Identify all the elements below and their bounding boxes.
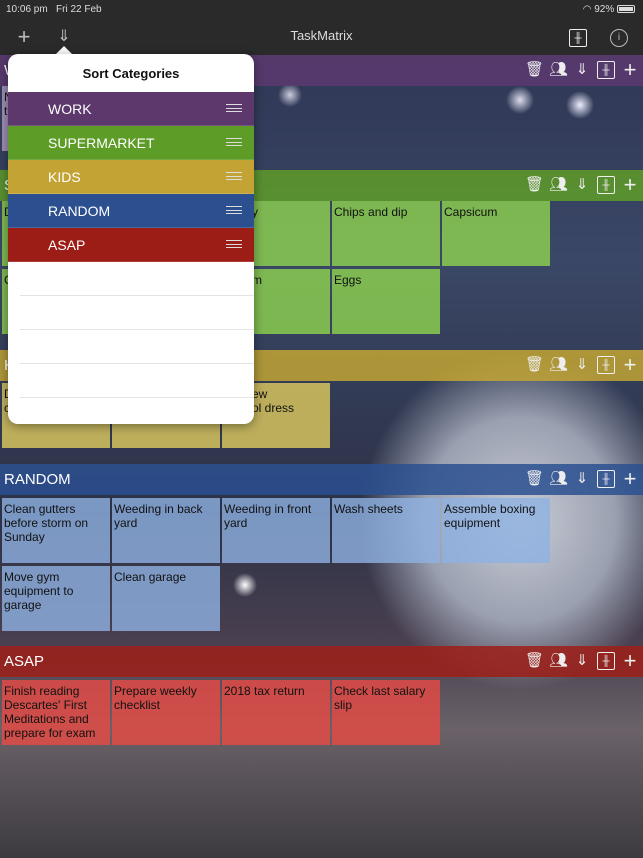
sliders-icon[interactable]: ╫ [597,176,615,194]
drag-handle-icon[interactable] [226,240,242,248]
sort-row-work[interactable]: WORK [8,92,254,126]
battery-percent: 92% [594,4,615,15]
empty-row [20,330,254,364]
category-header-asap: ASAP 🗑︎ 👥︎ ⇓ ╫ + [0,646,643,677]
trash-icon[interactable]: 🗑︎ [525,61,544,79]
drag-handle-icon[interactable] [226,138,242,146]
sort-row-random[interactable]: RANDOM [8,194,254,228]
note-card[interactable]: Clean garage [112,566,220,631]
add-note-icon[interactable]: + [621,354,639,376]
status-date: Fri 22 Feb [56,4,102,15]
status-time: 10:06 pm [6,4,48,15]
add-note-icon[interactable]: + [621,468,639,490]
add-note-icon[interactable]: + [621,59,639,81]
empty-row [20,398,254,424]
note-card[interactable]: Check last salary slip [332,680,440,745]
popover-arrow [56,46,72,54]
note-card[interactable]: Chips and dip [332,201,440,266]
sliders-icon[interactable]: ╫ [597,356,615,374]
sort-row-kids[interactable]: KIDS [8,160,254,194]
sort-row-label: SUPERMARKET [48,135,155,151]
note-card[interactable]: Weeding in front yard [222,498,330,563]
sliders-icon[interactable]: ╫ [597,470,615,488]
empty-row [20,296,254,330]
note-card[interactable]: Move gym equipment to garage [2,566,110,631]
trash-icon[interactable]: 🗑︎ [525,652,544,670]
note-card[interactable]: Assemble boxing equipment [442,498,550,563]
note-card[interactable]: Capsicum [442,201,550,266]
sort-categories-popover: Sort Categories WORK SUPERMARKET KIDS RANDO… [8,54,254,424]
drag-handle-icon[interactable] [226,172,242,180]
drag-handle-icon[interactable] [226,104,242,112]
note-card[interactable]: Clean gutters before storm on Sunday [2,498,110,563]
note-card[interactable]: 2018 tax return [222,680,330,745]
add-note-icon[interactable]: + [621,174,639,196]
share-users-icon[interactable]: 👥︎ [549,61,568,79]
sliders-icon[interactable]: ╫ [597,61,615,79]
sort-icon[interactable]: ⇓ [573,176,591,194]
share-users-icon[interactable]: 👥︎ [549,652,568,670]
sort-row-label: WORK [48,101,92,117]
info-icon[interactable]: i [610,29,628,47]
category-title: ASAP [4,653,45,670]
drag-handle-icon[interactable] [226,206,242,214]
share-users-icon[interactable]: 👥︎ [549,470,568,488]
category-title: RANDOM [4,471,71,488]
sliders-icon[interactable]: ╫ [597,652,615,670]
battery-icon [617,5,635,14]
sort-icon[interactable]: ⇓ [573,61,591,79]
empty-row [20,364,254,398]
note-card[interactable]: Prepare weekly checklist [112,680,220,745]
trash-icon[interactable]: 🗑︎ [525,356,544,374]
sort-row-label: ASAP [48,237,86,253]
add-note-icon[interactable]: + [621,650,639,672]
category-header-random: RANDOM 🗑︎ 👥︎ ⇓ ╫ + [0,464,643,495]
sort-row-label: RANDOM [48,203,111,219]
note-card[interactable]: Eggs [332,269,440,334]
share-users-icon[interactable]: 👥︎ [549,176,568,194]
wifi-icon: ◠ [582,4,592,15]
sort-icon[interactable]: ⇓ [573,470,591,488]
sort-icon[interactable]: ⇓ [573,652,591,670]
popover-title: Sort Categories [82,66,180,81]
status-bar: 10:06 pm Fri 22 Feb ◠ 92% [0,0,643,22]
empty-row [20,262,254,296]
sort-row-label: KIDS [48,169,81,185]
sort-row-supermarket[interactable]: SUPERMARKET [8,126,254,160]
app-title: TaskMatrix [290,28,353,43]
sort-row-asap[interactable]: ASAP [8,228,254,262]
share-users-icon[interactable]: 👥︎ [549,356,568,374]
trash-icon[interactable]: 🗑︎ [525,176,544,194]
sliders-icon[interactable]: ╫ [569,29,587,47]
nav-bar: + ⇓ TaskMatrix ╫ i [0,22,643,55]
trash-icon[interactable]: 🗑︎ [525,470,544,488]
note-card[interactable]: Finish reading Descartes' First Meditati… [2,680,110,745]
sort-icon[interactable]: ⇓ [573,356,591,374]
note-card[interactable]: Wash sheets [332,498,440,563]
note-card[interactable]: Weeding in back yard [112,498,220,563]
